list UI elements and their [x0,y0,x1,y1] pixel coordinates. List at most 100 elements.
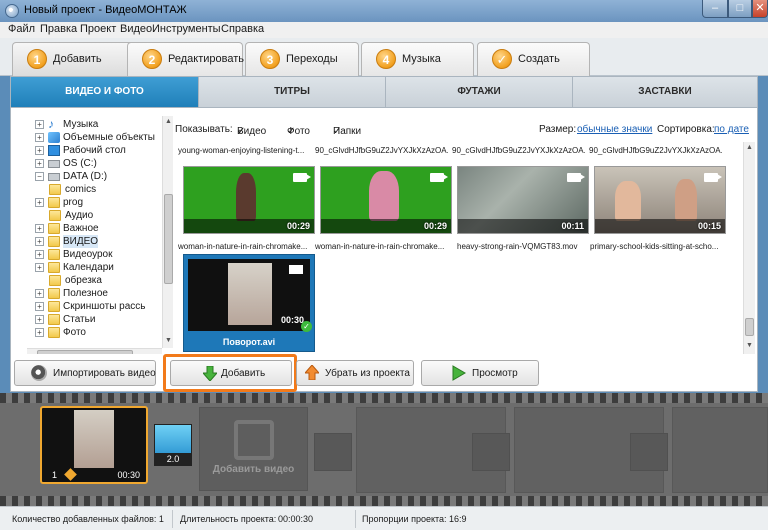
timeline-clip[interactable]: 1 00:30 [40,406,148,484]
project-ratio-label: Пропорции проекта: [362,514,447,524]
pencil-icon[interactable] [64,468,77,481]
step-label: Музыка [402,53,441,65]
drive-icon [48,173,60,181]
maximize-button[interactable]: □ [728,0,752,18]
scroll-thumb[interactable] [37,350,133,354]
scroll-up-icon[interactable]: ▲ [746,144,753,151]
desktop-icon [48,145,60,156]
folder-icon [48,262,60,273]
arrow-up-icon [303,364,321,383]
step-label: Создать [518,53,560,65]
add-video-label: Добавить видео [212,464,295,475]
expand-icon[interactable]: + [35,237,44,246]
media-browser-panel: + ♪ Музыка + Объемные объекты + Рабочий … [10,108,758,392]
collapse-icon[interactable]: − [35,172,44,181]
add-video-slot[interactable]: Добавить видео [199,407,308,491]
sort-link[interactable]: по дате [714,124,749,135]
video-preview [369,171,399,221]
checkmark-icon: ✓ [492,49,512,69]
scroll-thumb[interactable] [164,194,173,284]
step-1-icon: 1 [27,49,47,69]
folder-icon [48,301,60,312]
expand-icon[interactable]: + [35,263,44,272]
expand-icon[interactable]: + [35,146,44,155]
video-thumbnail[interactable]: 00:15 [594,166,726,234]
video-camera-icon [704,173,722,182]
video-camera-icon [567,173,585,182]
menu-edit[interactable]: Правка [40,23,77,35]
tab-intros[interactable]: ЗАСТАВКИ [573,77,757,107]
step-add[interactable]: 1 Добавить [12,42,134,76]
video-name: primary-school-kids-sitting-at-scho... [590,242,719,251]
step-transitions[interactable]: 3 Переходы [245,42,359,76]
menu-video[interactable]: Видео [120,23,152,35]
remove-from-project-button[interactable]: Убрать из проекта [296,360,414,386]
media-grid: young-woman-enjoying-listening-t... 90_c… [177,142,741,354]
expand-icon[interactable]: + [35,315,44,324]
step-create[interactable]: ✓ Создать [477,42,590,76]
empty-transition-slot [314,433,352,471]
tab-video-photo[interactable]: ВИДЕО И ФОТО [11,77,199,107]
step-label: Переходы [286,53,338,65]
scroll-down-icon[interactable]: ▼ [746,342,753,349]
scroll-down-icon[interactable]: ▼ [165,337,172,344]
scroll-up-icon[interactable]: ▲ [165,118,172,125]
menu-tools[interactable]: Инструменты [152,23,221,35]
transition-thumbnail[interactable]: 2.0 [154,424,192,466]
minimize-button[interactable]: – [702,0,728,18]
expand-icon[interactable]: + [35,302,44,311]
menu-file[interactable]: Файл [8,23,35,35]
video-name: woman-in-nature-in-rain-chromake... [178,242,308,251]
expand-icon[interactable]: + [35,289,44,298]
expand-icon[interactable]: + [35,133,44,142]
menu-help[interactable]: Справка [221,23,264,35]
video-duration: 00:15 [697,221,721,231]
show-label: Показывать: [175,124,233,135]
scroll-thumb[interactable] [745,318,754,336]
tree-horizontal-scrollbar[interactable] [27,348,162,354]
video-thumbnail[interactable]: 00:11 [457,166,589,234]
import-video-button[interactable]: Импортировать видео [14,360,156,386]
menu-project[interactable]: Проект [80,23,116,35]
expand-icon[interactable]: + [35,250,44,259]
expand-icon[interactable]: + [35,224,44,233]
folder-icon [49,184,61,195]
video-thumbnail[interactable]: 00:29 [320,166,452,234]
film-strip [0,393,768,403]
folder-tree[interactable]: + ♪ Музыка + Объемные объекты + Рабочий … [15,112,173,354]
size-link[interactable]: обычные значки [577,124,652,135]
expand-icon[interactable]: + [35,159,44,168]
preview-button[interactable]: Просмотр [421,360,539,386]
step-music[interactable]: 4 Музыка [361,42,474,76]
project-ratio-value: 16:9 [449,514,467,524]
folder-icon [48,236,60,247]
step-label: Добавить [53,53,102,65]
webcam-icon [31,365,47,381]
folder-icon [49,275,61,286]
file-name: young-woman-enjoying-listening-t... [178,146,305,155]
step-edit[interactable]: 2 Редактировать [127,42,244,76]
tree-vertical-scrollbar[interactable]: ▲ ▼ [162,116,173,348]
video-preview [228,263,272,325]
video-camera-icon [430,173,448,182]
video-thumbnail[interactable]: 00:29 [183,166,315,234]
category-tabs: ВИДЕО И ФОТО ТИТРЫ ФУТАЖИ ЗАСТАВКИ [10,76,758,108]
close-button[interactable]: ✕ [752,0,768,18]
file-name: 90_cGlvdHJfbG9uZ2JvYXJkXzAzOA... [589,146,722,155]
grid-vertical-scrollbar[interactable]: ▲ ▼ [743,142,755,354]
expand-icon[interactable]: + [35,198,44,207]
empty-transition-slot [630,433,668,471]
tab-titles[interactable]: ТИТРЫ [199,77,386,107]
video-name: Поворот.avi [222,337,276,347]
video-preview [236,173,256,221]
film-icon [234,420,274,460]
expand-icon[interactable]: + [35,120,44,129]
video-name: heavy-strong-rain-VQMGT83.mov [457,242,578,251]
tab-footage[interactable]: ФУТАЖИ [386,77,573,107]
expand-icon[interactable]: + [35,328,44,337]
selected-video-thumbnail[interactable]: 00:30 ✓ Поворот.avi [183,254,315,352]
video-preview [615,181,641,221]
clip-preview [74,410,114,468]
add-button-highlight [163,354,297,392]
sort-label: Сортировка: [657,124,715,135]
